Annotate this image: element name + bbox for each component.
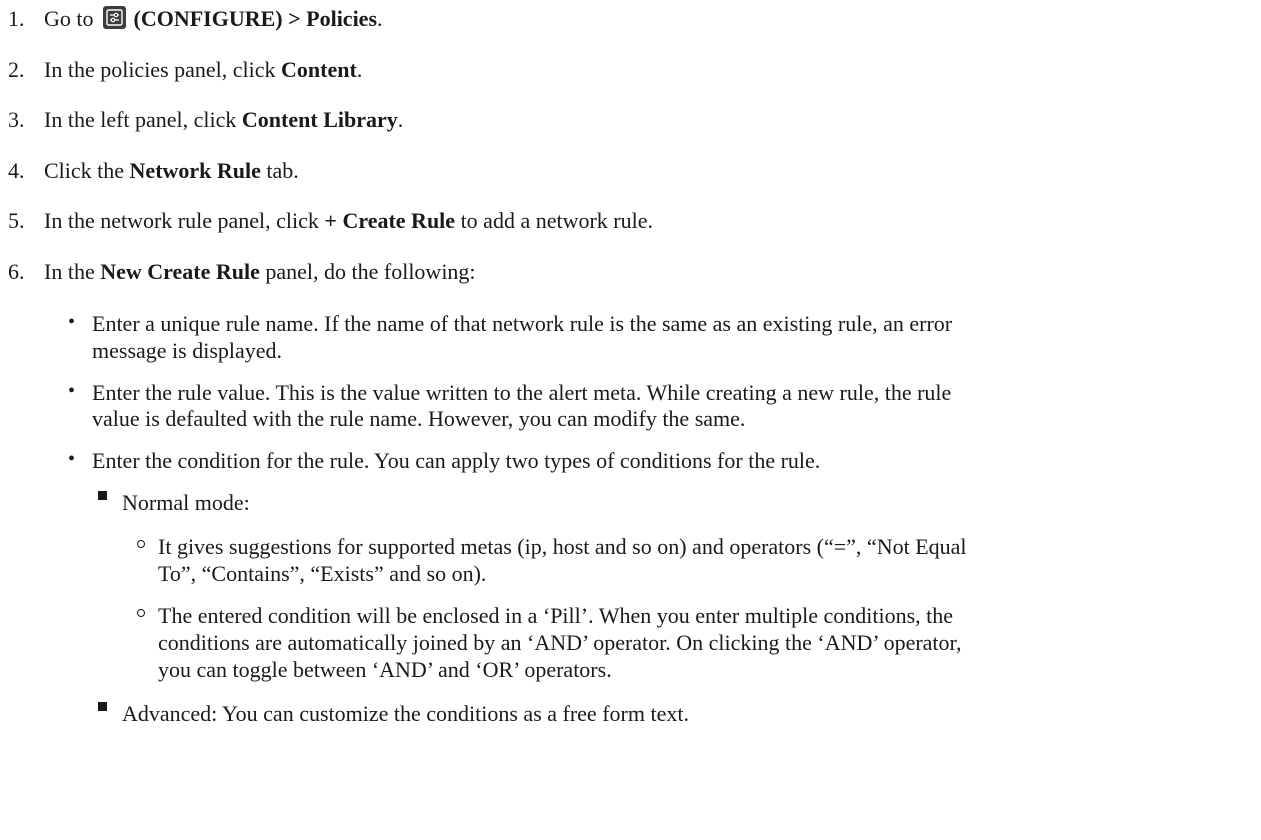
ui-term: + Create Rule [324,208,456,233]
bullet-dot: • [68,311,76,333]
configure-icon [103,6,126,29]
square-bullet [98,491,107,500]
bullet-dot: • [68,380,76,402]
step-number: 5. [8,208,25,233]
step-text: In the left panel, click [44,107,237,132]
bullet-condition-line1: Enter the condition for the rule. You ca… [92,448,821,473]
document-page: 1. Go to (CONFIGURE) > Policies. 2. In t… [8,6,967,726]
step-number: 3. [8,107,25,132]
square-bullet [98,702,107,711]
normal-mode-label: Normal mode: [122,490,250,515]
bullet-rule-name-line1: Enter a unique rule name. If the name of… [92,311,953,336]
step-number: 4. [8,158,25,183]
ui-term: New Create Rule [100,259,260,284]
normal-item-2-line2: conditions are automatically joined by a… [158,630,962,655]
ui-term: Content Library [241,107,398,132]
ui-term: Content [281,57,357,82]
step-text: Click the [44,158,125,183]
normal-item-1-line1: It gives suggestions for supported metas… [158,534,967,559]
bullet-rule-value-line2: value is defaulted with the rule name. H… [92,406,746,431]
circle-bullet [137,540,145,548]
step-text: In the policies panel, click [44,57,276,82]
bullet-dot: • [68,448,76,470]
step-text: Go to [44,6,94,31]
circle-bullet [137,609,145,617]
normal-item-2-line3: you can toggle between ‘AND’ and ‘OR’ op… [158,657,612,682]
ui-term: Network Rule [129,158,261,183]
step-number: 1. [8,6,25,31]
normal-item-2-line1: The entered condition will be enclosed i… [158,603,954,628]
step-text: In the [44,259,95,284]
normal-item-1-line2: To”, “Contains”, “Exists” and so on). [158,561,487,586]
step-number: 2. [8,57,25,82]
bullet-rule-value-line1: Enter the rule value. This is the value … [92,380,952,405]
step-number: 6. [8,259,25,284]
bullet-rule-name-line2: message is displayed. [92,338,283,363]
step-text: In the network rule panel, click [44,208,319,233]
advanced-label: Advanced: You can customize the conditio… [122,701,689,726]
menu-path: (CONFIGURE) > Policies [133,6,378,31]
